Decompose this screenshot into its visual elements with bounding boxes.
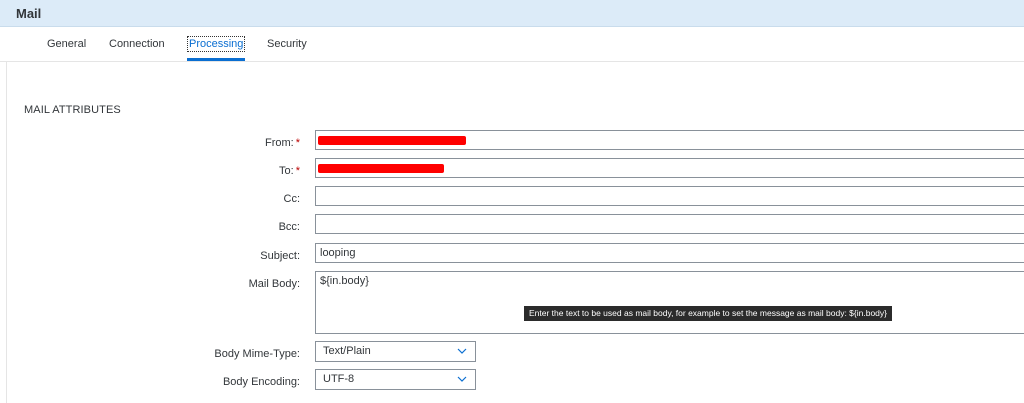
tab-bar: General Connection Processing Security bbox=[0, 27, 1024, 62]
tab-general[interactable]: General bbox=[47, 38, 86, 50]
body-encoding-select[interactable]: UTF-8 bbox=[315, 369, 476, 390]
tab-security[interactable]: Security bbox=[267, 38, 307, 50]
body-mime-type-value: Text/Plain bbox=[323, 345, 371, 357]
active-tab-indicator bbox=[187, 58, 245, 61]
tab-connection[interactable]: Connection bbox=[109, 38, 165, 50]
from-label-text: From: bbox=[264, 137, 294, 149]
cc-field[interactable] bbox=[315, 186, 1024, 206]
bcc-field[interactable] bbox=[315, 214, 1024, 234]
mail-adapter-dialog: Mail General Connection Processing Secur… bbox=[0, 0, 1024, 403]
tab-processing-label: Processing bbox=[186, 36, 246, 52]
subject-field[interactable] bbox=[315, 243, 1024, 263]
subject-label: Subject: bbox=[260, 250, 300, 262]
mail-body-tooltip: Enter the text to be used as mail body, … bbox=[524, 306, 892, 321]
mail-body-field[interactable]: ${in.body} bbox=[315, 271, 1024, 334]
bcc-label: Bcc: bbox=[278, 221, 300, 233]
mail-body-label: Mail Body: bbox=[248, 278, 300, 290]
to-required-marker: * bbox=[295, 165, 300, 177]
window-title: Mail bbox=[16, 6, 42, 21]
tab-processing[interactable]: Processing bbox=[186, 36, 246, 52]
cc-label: Cc: bbox=[283, 193, 301, 205]
body-mime-type-select[interactable]: Text/Plain bbox=[315, 341, 476, 362]
redaction-mark bbox=[318, 136, 466, 145]
section-title: MAIL ATTRIBUTES bbox=[24, 104, 121, 116]
chevron-down-icon bbox=[457, 348, 467, 354]
to-label: To: * bbox=[0, 165, 300, 177]
from-required-marker: * bbox=[295, 137, 300, 149]
title-bar: Mail bbox=[0, 0, 1024, 27]
body-mime-type-label: Body Mime-Type: bbox=[214, 348, 300, 360]
tab-general-label: General bbox=[47, 38, 87, 50]
tab-security-label: Security bbox=[267, 38, 307, 50]
tab-connection-label: Connection bbox=[109, 38, 165, 50]
chevron-down-icon bbox=[457, 376, 467, 382]
body-encoding-label: Body Encoding: bbox=[222, 376, 300, 388]
to-label-text: To: bbox=[279, 165, 294, 177]
body-encoding-value: UTF-8 bbox=[323, 373, 355, 385]
from-label: From: * bbox=[0, 137, 300, 149]
redaction-mark bbox=[318, 164, 444, 173]
